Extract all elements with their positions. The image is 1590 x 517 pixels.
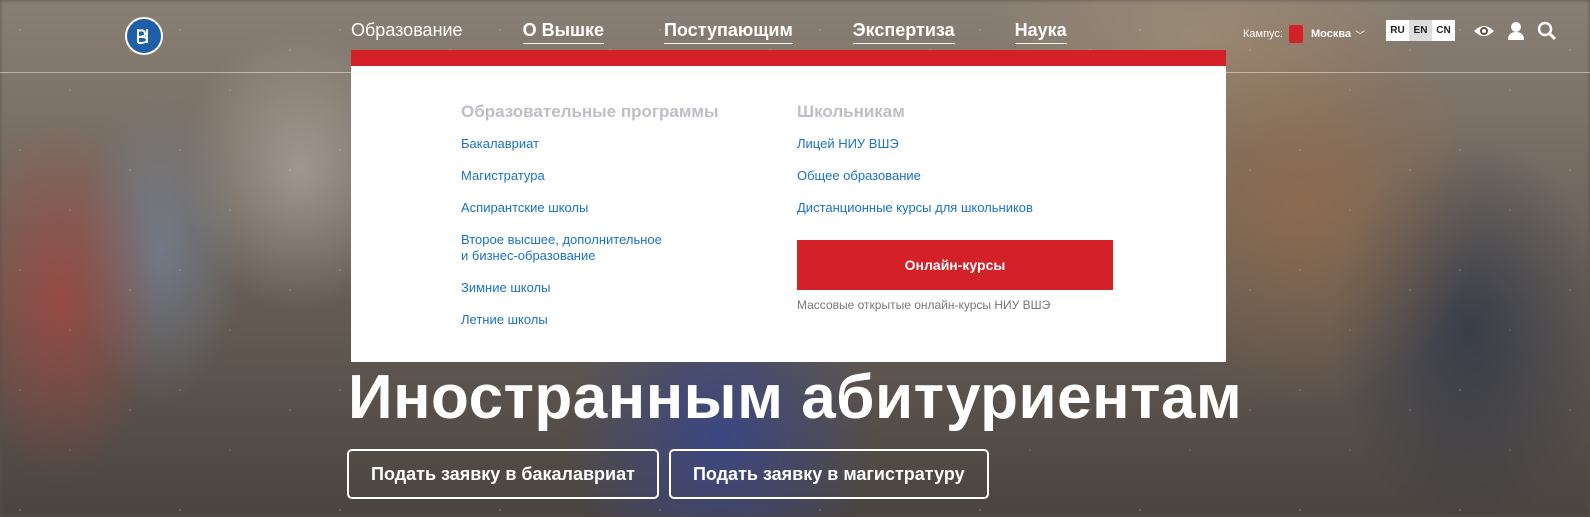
link-summer-schools[interactable]: Летние школы (461, 312, 761, 328)
link-master[interactable]: Магистратура (461, 168, 761, 184)
link-winter-schools[interactable]: Зимние школы (461, 280, 761, 296)
programs-column: Образовательные программы Бакалавриат Ма… (461, 102, 761, 344)
eye-icon[interactable] (1473, 21, 1494, 41)
hero-buttons: Подать заявку в бакалавриат Подать заявк… (347, 449, 999, 499)
campus-city: Москва (1310, 28, 1352, 40)
education-dropdown: Образовательные программы Бакалавриат Ма… (351, 50, 1226, 362)
hse-logo-icon[interactable] (125, 17, 163, 55)
nav-expertise[interactable]: Экспертиза (852, 20, 955, 44)
campus-label: Кампус: (1243, 28, 1283, 40)
link-second-higher-line1: Второе высшее, дополнительное (461, 232, 662, 247)
online-courses-button[interactable]: Онлайн-курсы (797, 240, 1113, 290)
nav-education[interactable]: Образование (351, 20, 463, 44)
programs-title: Образовательные программы (461, 102, 719, 121)
link-general-education[interactable]: Общее образование (797, 168, 1137, 184)
link-lyceum[interactable]: Лицей НИУ ВШЭ (797, 136, 1137, 152)
apply-master-button[interactable]: Подать заявку в магистратуру (668, 449, 989, 499)
schoolchildren-title: Школьникам (797, 102, 905, 121)
language-switcher: RU EN CN (1386, 20, 1455, 41)
nav-science[interactable]: Наука (1014, 20, 1067, 44)
nav-admissions[interactable]: Поступающим (663, 20, 793, 44)
link-distance-courses[interactable]: Дистанционные курсы для школьников (797, 200, 1137, 216)
link-phd-schools[interactable]: Аспирантские школы (461, 200, 761, 216)
search-icon[interactable] (1537, 21, 1557, 41)
nav-about[interactable]: О Вышке (522, 20, 604, 44)
hero-title: Иностранным абитуриентам (348, 363, 1243, 432)
online-courses-note: Массовые открытые онлайн-курсы НИУ ВШЭ (797, 298, 1051, 312)
lang-cn[interactable]: CN (1432, 20, 1455, 41)
schoolchildren-column: Школьникам Лицей НИУ ВШЭ Общее образован… (797, 102, 1137, 232)
lang-ru[interactable]: RU (1386, 20, 1409, 41)
lang-en[interactable]: EN (1409, 20, 1432, 41)
apply-bachelor-button[interactable]: Подать заявку в бакалавриат (347, 449, 659, 499)
user-icon[interactable] (1507, 21, 1527, 41)
moscow-crest-icon (1288, 25, 1303, 43)
main-nav: Образование О Вышке Поступающим Эксперти… (351, 20, 1127, 44)
campus-selector[interactable]: Кампус: Москва ﹀ (1243, 25, 1365, 43)
link-second-higher[interactable]: Второе высшее, дополнительное и бизнес-о… (461, 232, 761, 264)
link-second-higher-line2: и бизнес-образование (461, 248, 596, 263)
link-bachelor[interactable]: Бакалавриат (461, 136, 761, 152)
chevron-down-icon: ﹀ (1355, 30, 1366, 42)
